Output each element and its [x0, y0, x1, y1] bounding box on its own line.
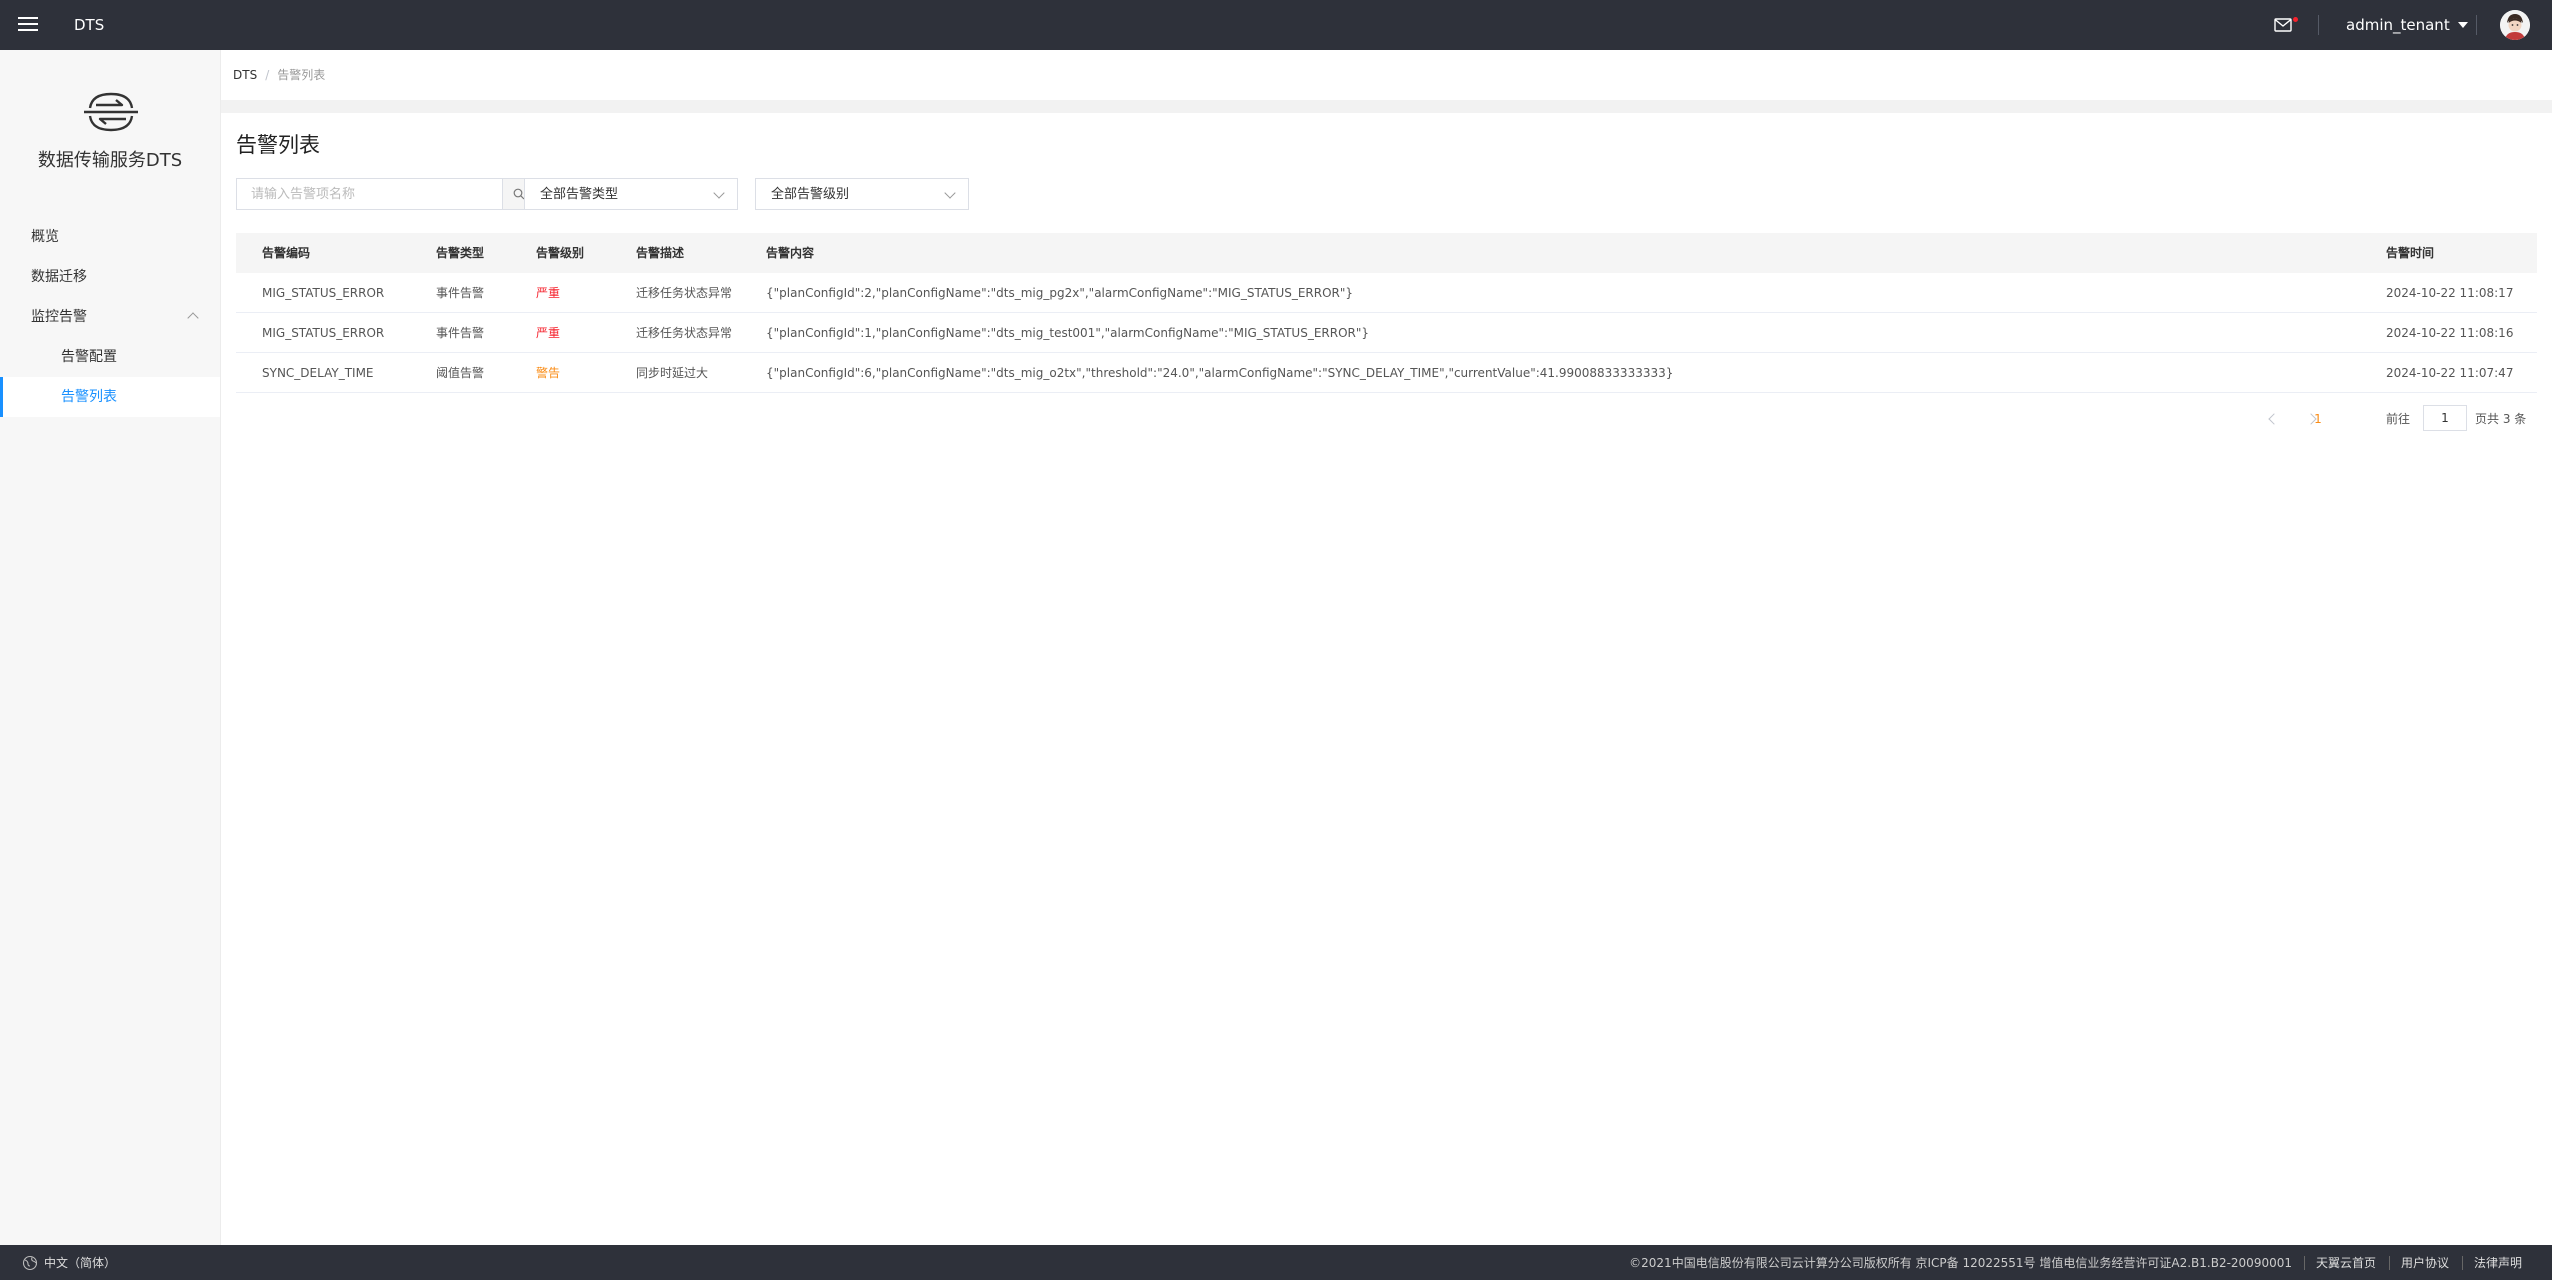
pagination-goto-input[interactable]	[2423, 405, 2467, 431]
cell-alarm-content: {"planConfigId":6,"planConfigName":"dts_…	[766, 366, 1674, 380]
username: admin_tenant	[2346, 16, 2450, 34]
table-header-row: 告警编码 告警类型 告警级别 告警描述 告警内容 告警时间	[236, 233, 2537, 273]
user-menu-dropdown[interactable]: admin_tenant	[2346, 15, 2468, 35]
sidebar-item-label: 概览	[31, 229, 59, 245]
language-switcher[interactable]: 中文（简体）	[22, 1254, 116, 1272]
language-label: 中文（简体）	[44, 1256, 117, 1270]
sidebar-item-label: 告警配置	[61, 349, 117, 365]
cell-alarm-type: 阈值告警	[436, 366, 485, 380]
footer-link-home[interactable]: 天翼云首页	[2316, 1254, 2376, 1272]
pagination-goto-label: 前往	[2386, 412, 2411, 426]
header-alarm-level: 告警级别	[536, 246, 585, 260]
page-title: 告警列表	[236, 133, 320, 157]
header-alarm-time: 告警时间	[2386, 246, 2435, 260]
footer-divider	[2462, 1256, 2463, 1270]
alarm-type-select-value: 全部告警类型	[540, 187, 619, 202]
sidebar-item-label: 数据迁移	[31, 269, 87, 285]
chevron-down-icon	[944, 187, 956, 199]
cell-alarm-code: MIG_STATUS_ERROR	[262, 326, 385, 340]
breadcrumb: DTS / 告警列表	[233, 66, 325, 84]
footer-link-user-agreement[interactable]: 用户协议	[2401, 1254, 2449, 1272]
cell-alarm-time: 2024-10-22 11:08:17	[2386, 286, 2514, 300]
chevron-up-icon	[187, 312, 199, 324]
table-row: MIG_STATUS_ERROR 事件告警 严重 迁移任务状态异常 {"plan…	[236, 273, 2537, 313]
dts-logo	[78, 86, 144, 138]
app-name[interactable]: DTS	[74, 15, 104, 35]
service-title: 数据传输服务DTS	[37, 150, 183, 171]
sidebar-item-label: 监控告警	[31, 309, 87, 325]
hamburger-menu-icon[interactable]	[16, 13, 40, 37]
cell-alarm-level: 严重	[536, 326, 561, 340]
footer-divider	[2389, 1256, 2390, 1270]
sidebar-item-alarm-config[interactable]: 告警配置	[0, 337, 220, 377]
cell-alarm-time: 2024-10-22 11:07:47	[2386, 366, 2514, 380]
chevron-down-icon	[713, 187, 725, 199]
cell-alarm-desc: 同步时延过大	[636, 366, 709, 380]
cell-alarm-type: 事件告警	[436, 326, 485, 340]
breadcrumb-separator: /	[265, 68, 270, 82]
main-content: 告警列表 全部告警类型 全部告警级别 告警编码 告警类型 告警级别 告警描述 告…	[221, 113, 2552, 1245]
header-alarm-desc: 告警描述	[636, 246, 685, 260]
caret-down-icon	[2457, 22, 2468, 28]
search-box	[236, 178, 536, 210]
sidebar-item-data-migration[interactable]: 数据迁移	[0, 257, 220, 297]
mail-icon[interactable]	[2272, 15, 2294, 35]
cell-alarm-code: MIG_STATUS_ERROR	[262, 286, 385, 300]
breadcrumb-root-link[interactable]: DTS	[233, 68, 257, 82]
cell-alarm-code: SYNC_DELAY_TIME	[262, 366, 374, 380]
cell-alarm-level: 严重	[536, 286, 561, 300]
breadcrumb-current: 告警列表	[277, 68, 326, 82]
avatar[interactable]	[2500, 10, 2530, 40]
topbar-divider	[2476, 15, 2477, 35]
footer: 中文（简体） ©2021中国电信股份有限公司云计算分公司版权所有 京ICP备 1…	[0, 1245, 2552, 1280]
header-alarm-content: 告警内容	[766, 246, 815, 260]
sidebar-item-monitoring-alarm[interactable]: 监控告警	[0, 297, 220, 337]
cell-alarm-level: 警告	[536, 366, 561, 380]
header-alarm-type: 告警类型	[436, 246, 485, 260]
cell-alarm-time: 2024-10-22 11:08:16	[2386, 326, 2514, 340]
cell-alarm-content: {"planConfigId":2,"planConfigName":"dts_…	[766, 286, 1354, 300]
header-alarm-code: 告警编码	[262, 246, 311, 260]
cell-alarm-desc: 迁移任务状态异常	[636, 286, 733, 300]
sidebar-item-label: 告警列表	[61, 389, 117, 405]
chevron-left-icon[interactable]	[2268, 413, 2280, 425]
footer-link-legal[interactable]: 法律声明	[2474, 1254, 2522, 1272]
cell-alarm-content: {"planConfigId":1,"planConfigName":"dts_…	[766, 326, 1370, 340]
alarm-level-select-value: 全部告警级别	[771, 187, 850, 202]
footer-divider	[2304, 1256, 2305, 1270]
globe-icon	[22, 1255, 38, 1271]
table-row: SYNC_DELAY_TIME 阈值告警 警告 同步时延过大 {"planCon…	[236, 353, 2537, 393]
notification-dot	[2293, 17, 2298, 22]
alarm-level-select[interactable]: 全部告警级别	[755, 178, 969, 210]
search-input[interactable]	[237, 179, 485, 209]
sidebar-item-alarm-list[interactable]: 告警列表	[0, 377, 220, 417]
sidebar: 数据传输服务DTS 概览 数据迁移 监控告警 告警配置 告警列表	[0, 50, 221, 1245]
breadcrumb-bar: DTS / 告警列表	[221, 50, 2552, 100]
table-row: MIG_STATUS_ERROR 事件告警 严重 迁移任务状态异常 {"plan…	[236, 313, 2537, 353]
copyright-text: ©2021中国电信股份有限公司云计算分公司版权所有 京ICP备 12022551…	[1629, 1256, 2292, 1270]
alarm-table: 告警编码 告警类型 告警级别 告警描述 告警内容 告警时间 MIG_STATUS…	[236, 233, 2537, 393]
topbar-divider	[2318, 15, 2319, 35]
pagination-total: 页共 3 条	[2475, 412, 2527, 426]
top-navigation-bar: DTS admin_tenant	[0, 0, 2552, 50]
alarm-type-select[interactable]: 全部告警类型	[524, 178, 738, 210]
cell-alarm-desc: 迁移任务状态异常	[636, 326, 733, 340]
cell-alarm-type: 事件告警	[436, 286, 485, 300]
sidebar-item-overview[interactable]: 概览	[0, 217, 220, 257]
